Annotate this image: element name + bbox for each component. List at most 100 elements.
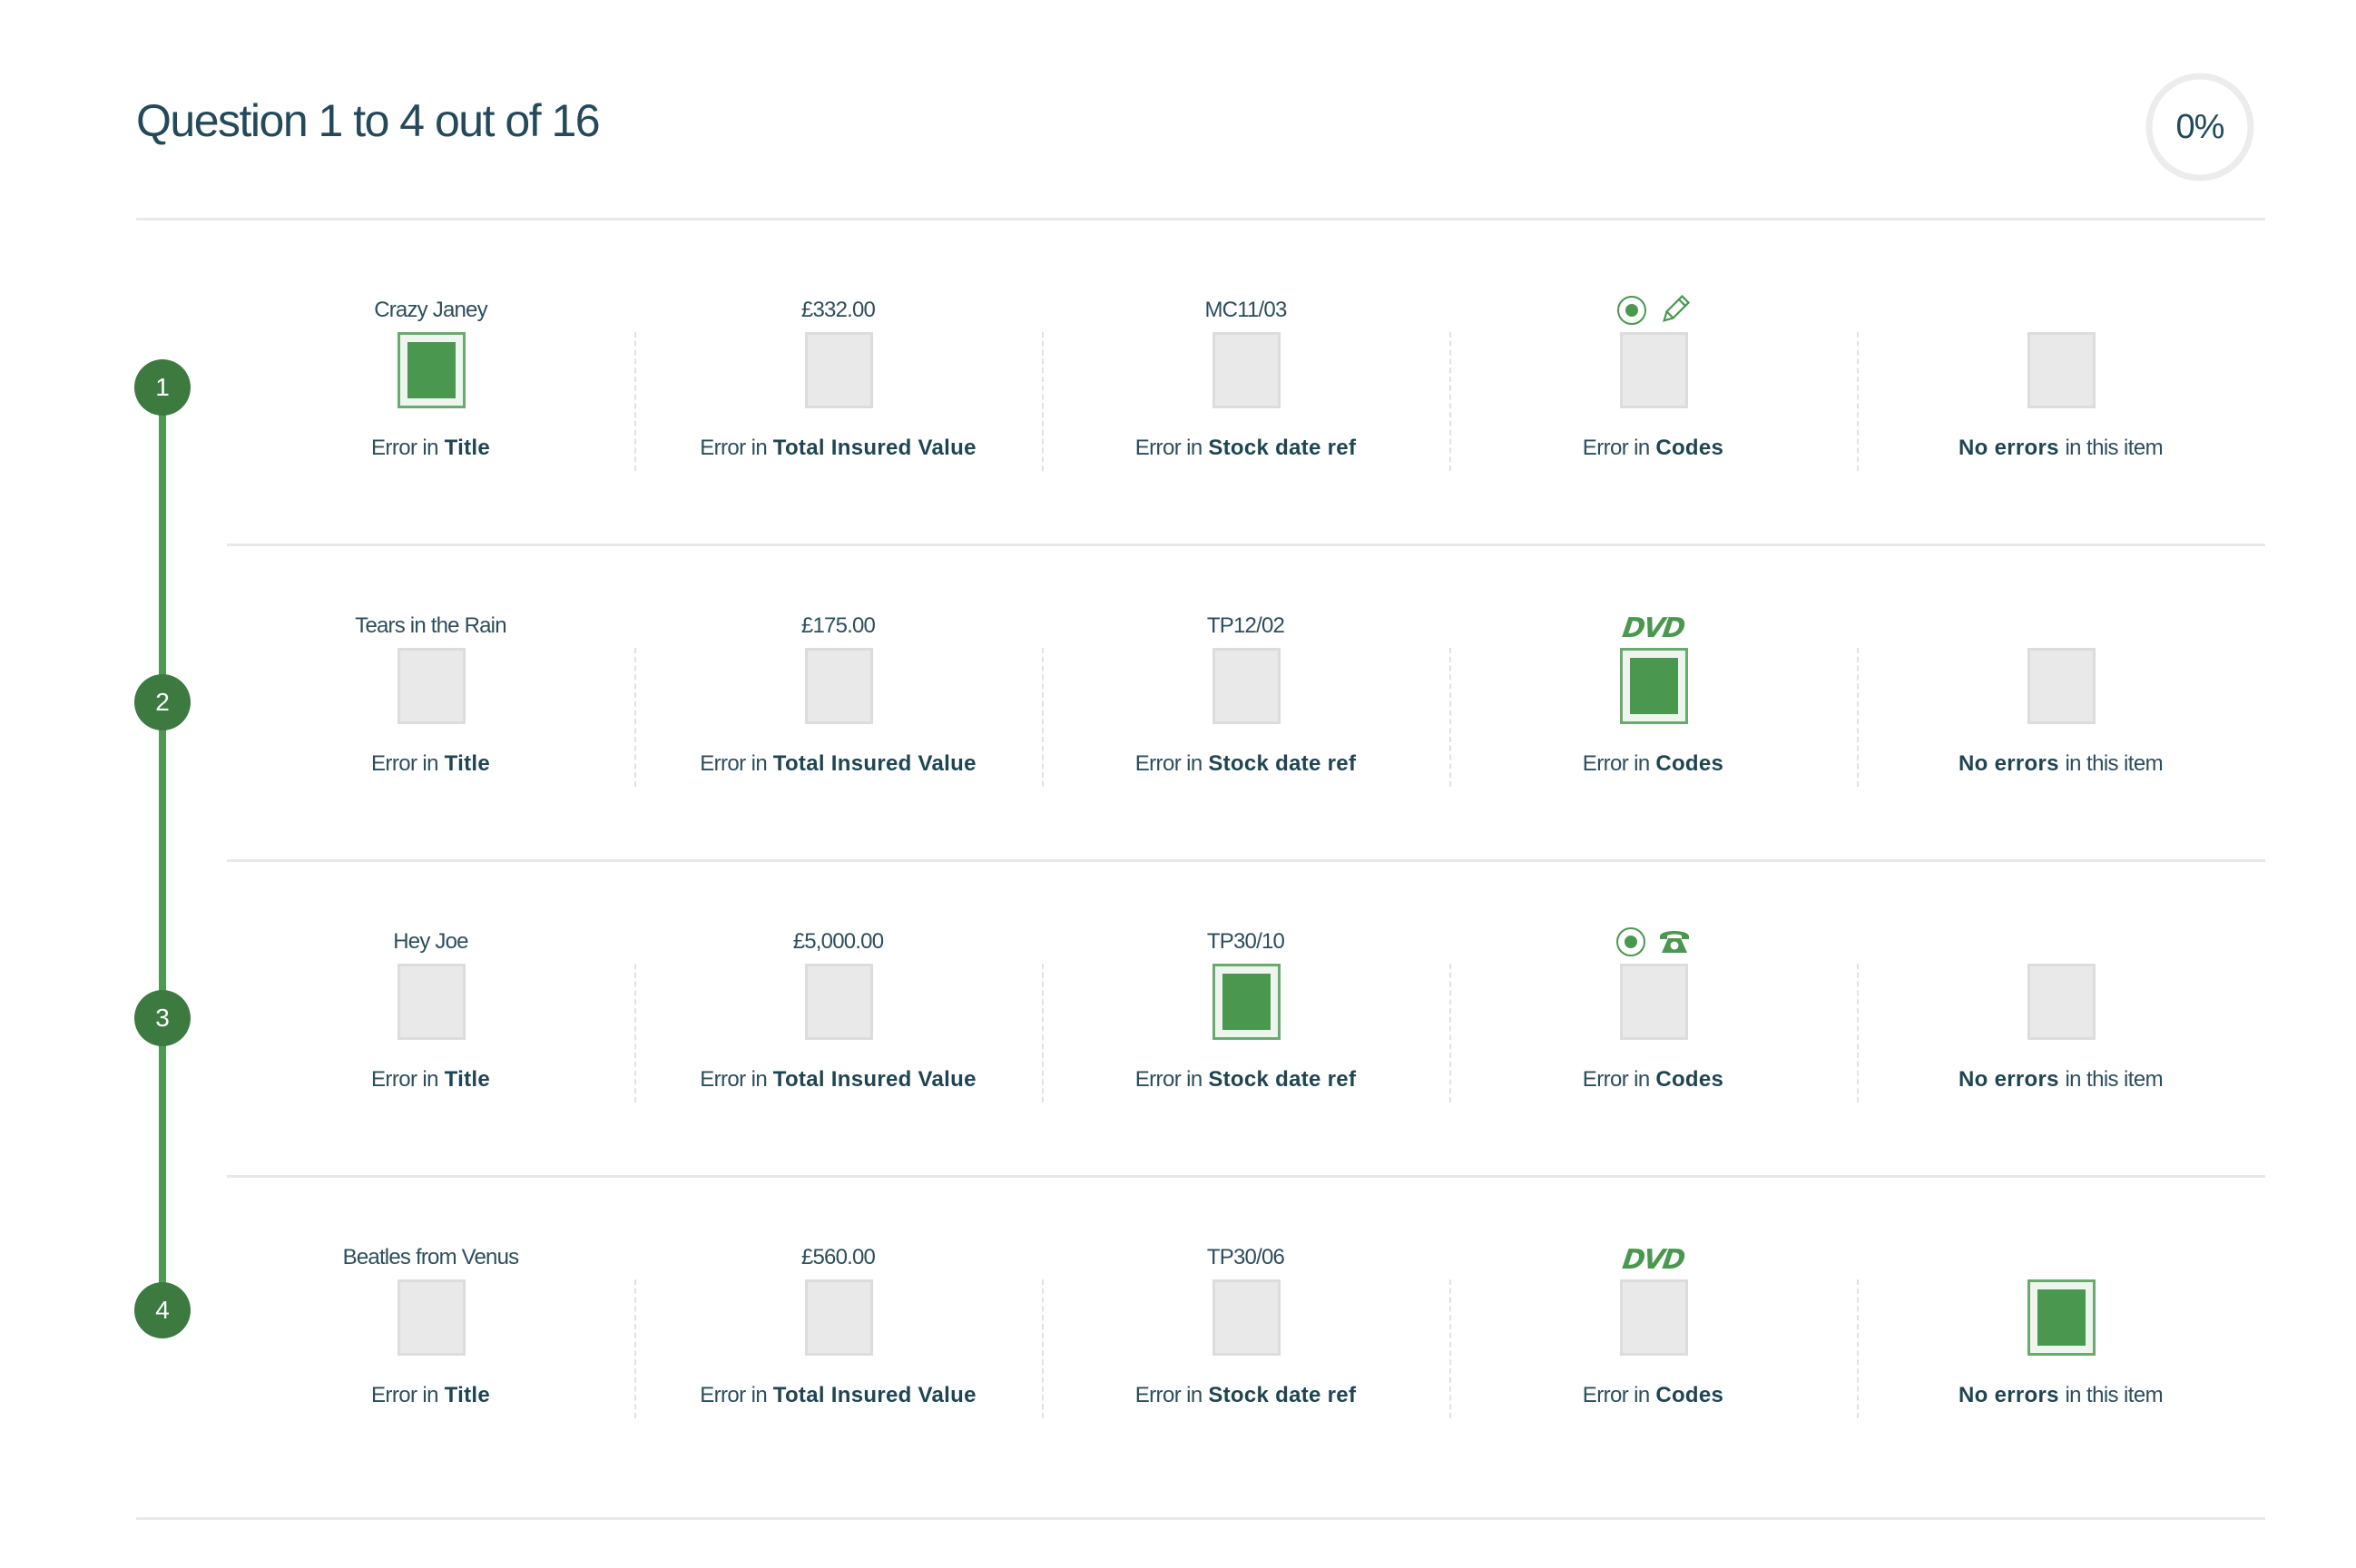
answer-option[interactable]: TP12/02 Error in Stock date ref — [1042, 604, 1449, 877]
page-title: Question 1 to 4 out of 16 — [136, 95, 601, 146]
answer-option[interactable]: Error in Codes — [1449, 920, 1857, 1192]
radio-selected-icon — [1616, 295, 1647, 330]
answer-option[interactable]: £175.00 Error in Total Insured Value — [634, 604, 1042, 877]
header-divider — [136, 218, 2265, 220]
answer-label-prefix: Error in — [1134, 1067, 1203, 1092]
answer-label-field: Codes — [1655, 1067, 1724, 1092]
answer-option[interactable]: TP30/06 Error in Stock date ref — [1042, 1236, 1449, 1508]
answer-option[interactable]: MC11/03 Error in Stock date ref — [1042, 289, 1449, 561]
answer-checkbox[interactable] — [397, 332, 466, 408]
question-step-marker: 2 — [134, 674, 191, 730]
answer-label-prefix: Error in — [1582, 1383, 1650, 1407]
answer-checkbox[interactable] — [804, 332, 873, 408]
answer-label-prefix: Error in — [371, 1067, 438, 1092]
item-title: Beatles from Venus — [342, 1245, 520, 1269]
answer-label-prefix: Error in — [1582, 1067, 1650, 1092]
answer-label-prefix: Error in — [700, 436, 768, 460]
answer-option[interactable]: No errors in this item — [1857, 604, 2264, 877]
answer-option[interactable]: £560.00 Error in Total Insured Value — [634, 1236, 1042, 1508]
row-divider — [227, 544, 2265, 546]
answer-label: Error in Total Insured Value — [634, 751, 1042, 777]
answer-label: No errors in this item — [1857, 751, 2264, 777]
answer-label-field: Codes — [1655, 751, 1724, 776]
answer-option[interactable]: Error in Codes — [1449, 289, 1857, 561]
item-codes: DVD — [1449, 1241, 1857, 1278]
answer-label-prefix: Error in — [1134, 1383, 1203, 1407]
answer-label-field: Total Insured Value — [772, 436, 977, 460]
answer-checkbox[interactable] — [2027, 332, 2096, 408]
answer-option[interactable]: £332.00 Error in Total Insured Value — [634, 289, 1042, 561]
answer-label-prefix: Error in — [700, 1383, 768, 1407]
answer-checkbox[interactable] — [1212, 1279, 1281, 1356]
progress-indicator: 0% — [2145, 73, 2254, 181]
answer-label-field: Total Insured Value — [772, 751, 977, 776]
answer-label: Error in Codes — [1449, 751, 1857, 777]
answer-label-prefix: Error in — [371, 751, 438, 776]
answer-label-field: No errors — [1958, 1067, 2059, 1092]
answer-option[interactable]: No errors in this item — [1857, 1236, 2264, 1508]
answer-checkbox[interactable] — [2027, 1279, 2096, 1356]
answer-option[interactable]: DVD Error in Codes — [1449, 1236, 1857, 1508]
answer-option[interactable]: Hey Joe Error in Title — [227, 920, 634, 1192]
question-step-marker: 4 — [134, 1282, 191, 1338]
answer-option[interactable]: £5,000.00 Error in Total Insured Value — [634, 920, 1042, 1192]
answer-label: Error in Stock date ref — [1042, 436, 1449, 461]
answer-checkbox[interactable] — [1212, 648, 1281, 724]
item-insured-value: £332.00 — [800, 298, 876, 322]
answer-option[interactable]: Tears in the Rain Error in Title — [227, 604, 634, 877]
answer-label-field: Stock date ref — [1208, 1067, 1357, 1092]
timeline-line — [159, 390, 166, 1310]
answer-label-field: No errors — [1958, 751, 2059, 776]
answer-option[interactable]: Beatles from Venus Error in Title — [227, 1236, 634, 1508]
answer-checkbox[interactable] — [1619, 964, 1688, 1040]
answer-label-prefix: Error in — [700, 751, 768, 776]
item-insured-value: £5,000.00 — [792, 929, 884, 954]
answer-label: Error in Title — [227, 1067, 634, 1093]
question-row: Tears in the Rain Error in Title £175.00 Er… — [227, 604, 2265, 920]
answer-label: No errors in this item — [1857, 436, 2264, 461]
answer-label: Error in Title — [227, 436, 634, 461]
answer-checkbox[interactable] — [1619, 648, 1688, 724]
item-title: Tears in the Rain — [355, 613, 506, 638]
answer-checkbox[interactable] — [804, 648, 873, 724]
answer-label-field: Title — [444, 436, 490, 460]
pencil-icon — [1658, 294, 1691, 331]
answer-label: Error in Total Insured Value — [634, 1383, 1042, 1408]
question-row: Hey Joe Error in Title £5,000.00 Error in T… — [227, 920, 2265, 1236]
item-stock-ref: TP30/06 — [1206, 1245, 1285, 1269]
answer-label-prefix: Error in — [1582, 751, 1650, 776]
answer-option[interactable]: No errors in this item — [1857, 920, 2264, 1192]
answer-checkbox[interactable] — [804, 964, 873, 1040]
row-divider — [227, 1175, 2265, 1178]
item-insured-value: £560.00 — [800, 1245, 876, 1269]
answer-option[interactable]: No errors in this item — [1857, 289, 2264, 561]
answer-label: No errors in this item — [1857, 1067, 2264, 1093]
progress-percent: 0% — [2175, 107, 2225, 146]
answer-checkbox[interactable] — [1212, 332, 1281, 408]
answer-checkbox[interactable] — [397, 964, 466, 1040]
answer-label: Error in Total Insured Value — [634, 1067, 1042, 1093]
answer-checkbox[interactable] — [1212, 964, 1281, 1040]
answer-label: Error in Codes — [1449, 1067, 1857, 1093]
row-divider — [227, 859, 2265, 862]
answer-checkbox[interactable] — [397, 1279, 466, 1356]
item-insured-value: £175.00 — [800, 613, 876, 638]
answer-label: No errors in this item — [1857, 1383, 2264, 1408]
answer-checkbox[interactable] — [1619, 1279, 1688, 1356]
answer-label: Error in Stock date ref — [1042, 1383, 1449, 1408]
answer-label-prefix: Error in — [1134, 436, 1203, 460]
radio-selected-icon — [1615, 926, 1646, 962]
question-step-marker: 1 — [134, 359, 191, 416]
answer-label: Error in Title — [227, 1383, 634, 1408]
answer-checkbox[interactable] — [1619, 332, 1688, 408]
answer-label-field: Stock date ref — [1208, 751, 1357, 776]
answer-checkbox[interactable] — [804, 1279, 873, 1356]
answer-option[interactable]: DVD Error in Codes — [1449, 604, 1857, 877]
answer-option[interactable]: TP30/10 Error in Stock date ref — [1042, 920, 1449, 1192]
answer-option[interactable]: Crazy Janey Error in Title — [227, 289, 634, 561]
answer-checkbox[interactable] — [2027, 964, 2096, 1040]
answer-checkbox[interactable] — [2027, 648, 2096, 724]
answer-label-field: Total Insured Value — [772, 1067, 977, 1092]
answer-label-field: Title — [444, 1383, 490, 1407]
answer-checkbox[interactable] — [397, 648, 466, 724]
